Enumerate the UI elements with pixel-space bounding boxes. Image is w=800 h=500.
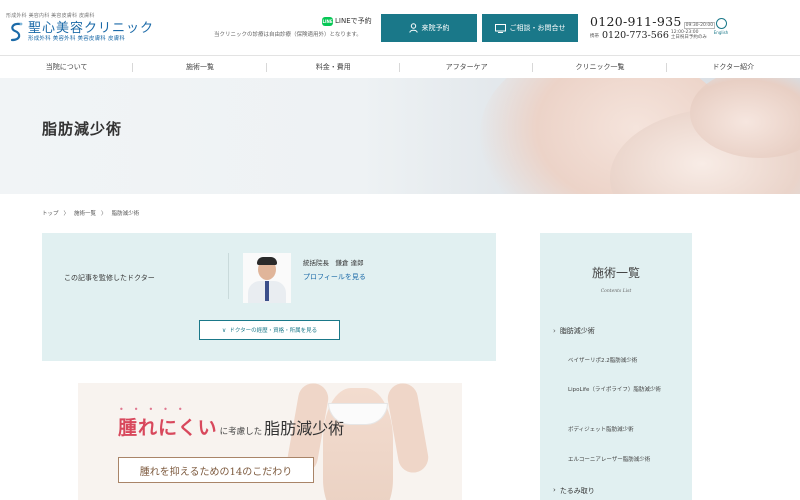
banner-title-connector: に考慮した (219, 427, 263, 437)
divider (228, 253, 229, 299)
nav-item-about[interactable]: 当院について (0, 56, 134, 78)
logo-departments: 形成外科 美容外科 美容皮膚科 皮膚科 (28, 35, 126, 42)
monitor-icon (494, 23, 506, 33)
visit-reservation-label: 来院予約 (421, 24, 450, 32)
breadcrumb-separator: 〉 (101, 211, 107, 217)
mobile-phone-label: 携帯 (590, 33, 599, 39)
line-icon: LINE (322, 16, 333, 26)
sidebar-subitem-vaser[interactable]: ベイザーリポ2.2脂肪減少術 (568, 358, 686, 365)
sidebar-subitem-lipolife[interactable]: LipoLife（ライポライフ）脂肪減少術 (568, 387, 686, 394)
banner-title-emphasis: 腫れにくい (118, 417, 218, 439)
sidebar-item-label: 脂肪減少術 (559, 327, 595, 335)
person-icon (408, 23, 418, 33)
line-reserve-link[interactable]: LINE LINEで予約 (322, 16, 372, 26)
contact-label: ご相談・お問合せ (509, 24, 566, 32)
nav-item-pricing[interactable]: 料金・費用 (267, 56, 401, 78)
doctor-photo (243, 253, 291, 303)
main-nav: 当院について 施術一覧 料金・費用 アフターケア クリニック一覧 ドクター紹介 (0, 55, 800, 78)
sidebar-subtitle: Contents List (600, 289, 632, 294)
line-reservation-area: LINE LINEで予約 当クリニックの診療は自由診療（保険適用外）となります。 (214, 16, 374, 40)
clinic-logo[interactable]: 聖心美容クリニック 形成外科 美容外科 美容皮膚科 皮膚科 (7, 21, 154, 43)
sidebar-item-label: たるみ取り (559, 487, 595, 495)
sidebar-subitem-bodyjet[interactable]: ボディジェット脂肪減少術 (568, 427, 686, 434)
banner-title: 腫れにくい に考慮した 脂肪減少術 (118, 413, 344, 440)
sidebar-subitem-elcornia[interactable]: エルコーニアレーザー脂肪減少術 (568, 457, 686, 464)
sidebar-item-fat-reduction[interactable]: › 脂肪減少術 (553, 326, 595, 336)
sidebar-title: 施術一覧 (591, 266, 640, 280)
brand-tagline: 形成外科 美容内科 美容皮膚科 皮膚科 (6, 13, 95, 19)
chevron-down-icon: ∨ (221, 326, 227, 334)
breadcrumb-treatments[interactable]: 施術一覧 (74, 209, 96, 217)
language-label: English (713, 30, 729, 35)
profile-link[interactable]: プロフィールを見る (303, 272, 366, 282)
banner-title-main: 脂肪減少術 (264, 419, 345, 438)
breadcrumb-current: 脂肪減少術 (111, 211, 140, 217)
logo-name: 聖心美容クリニック (28, 20, 155, 36)
chevron-right-icon: › (553, 327, 556, 335)
insurance-note: 当クリニックの診療は自由診療（保険適用外）となります。 (214, 32, 362, 38)
nav-item-aftercare[interactable]: アフターケア (400, 56, 534, 78)
phone-sub-hours: 12:00-23:00 土日祝日予約のみ (670, 30, 707, 41)
logo-mark-icon (10, 22, 23, 42)
phone-sub-number[interactable]: 0120-773-566 (602, 30, 669, 41)
phone-sub-hours-note: 土日祝日予約のみ (670, 34, 707, 40)
language-switch[interactable]: English (711, 18, 731, 35)
sidebar-contents-list: 施術一覧 Contents List › 脂肪減少術 ベイザーリポ2.2脂肪減少… (540, 233, 692, 500)
breadcrumb-home[interactable]: トップ (42, 209, 59, 217)
chevron-right-icon: › (553, 486, 556, 494)
site-header: 形成外科 美容内科 美容皮膚科 皮膚科 聖心美容クリニック 形成外科 美容外科 … (0, 0, 800, 55)
contact-button[interactable]: ご相談・お問合せ (482, 14, 578, 42)
globe-icon (715, 18, 727, 29)
supervisor-label: この記事を監修したドクター (64, 274, 155, 282)
page-title: 脂肪減少術 (42, 120, 123, 138)
promo-banner[interactable]: ••••• 腫れにくい に考慮した 脂肪減少術 腫れを抑えるための14のこだわり (78, 383, 462, 500)
banner-subtitle: 腫れを抑えるための14のこだわり (118, 457, 314, 483)
doctor-career-label: ドクターの経歴・資格・所属を見る (229, 328, 318, 334)
nav-item-treatments[interactable]: 施術一覧 (133, 56, 267, 78)
doctor-name: 統括院長 鎌倉 達郎 (303, 259, 364, 267)
hero-banner: 脂肪減少術 (0, 78, 800, 194)
phone-main-number[interactable]: 0120-911-935 (590, 14, 682, 29)
doctor-career-button[interactable]: ∨ ドクターの経歴・資格・所属を見る (199, 320, 340, 340)
supervising-doctor-box: この記事を監修したドクター 統括院長 鎌倉 達郎 プロフィールを見る ∨ ドクタ… (42, 233, 496, 361)
nav-item-clinics[interactable]: クリニック一覧 (533, 56, 667, 78)
breadcrumb-separator: 〉 (63, 211, 70, 217)
line-reserve-label: LINEで予約 (335, 17, 372, 25)
nav-item-doctors[interactable]: ドクター紹介 (667, 56, 800, 78)
phone-numbers: 0120-911-935 09:30-20:00 携帯 0120-773-566… (590, 14, 716, 41)
visit-reservation-button[interactable]: 来院予約 (381, 14, 477, 42)
breadcrumb: トップ 〉 施術一覧 〉 脂肪減少術 (42, 209, 144, 217)
sidebar-item-sagging[interactable]: › たるみ取り (553, 486, 595, 496)
